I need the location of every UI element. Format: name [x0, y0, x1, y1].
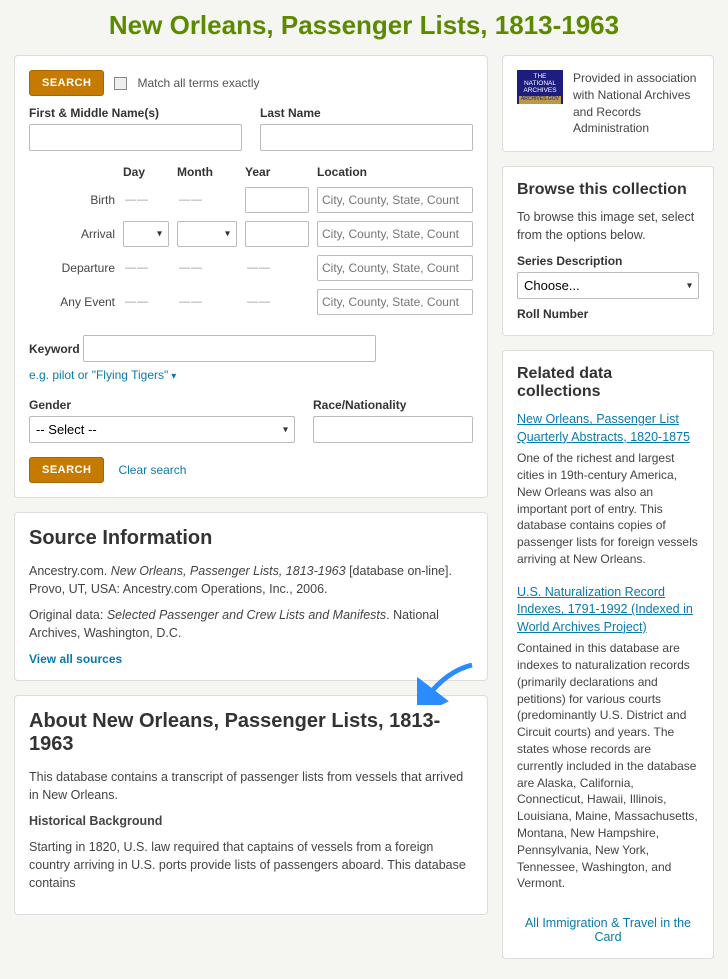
related-link-1[interactable]: New Orleans, Passenger List Quarterly Ab…	[517, 411, 699, 446]
related-link-2[interactable]: U.S. Naturalization Record Indexes, 1791…	[517, 584, 699, 637]
race-label: Race/Nationality	[313, 398, 473, 412]
about-panel: About New Orleans, Passenger Lists, 1813…	[14, 695, 488, 916]
gender-select[interactable]: -- Select --	[29, 416, 295, 443]
arrival-year-input[interactable]	[245, 221, 309, 247]
gender-label: Gender	[29, 398, 295, 412]
match-all-checkbox[interactable]	[114, 77, 127, 90]
location-header: Location	[317, 165, 473, 179]
any-event-label: Any Event	[29, 295, 115, 309]
birth-location-input[interactable]	[317, 187, 473, 213]
first-name-input[interactable]	[29, 124, 242, 151]
historical-bg-heading: Historical Background	[29, 812, 473, 830]
birth-label: Birth	[29, 193, 115, 207]
keyword-example[interactable]: e.g. pilot or "Flying Tigers"▾	[29, 368, 473, 382]
clear-search-link[interactable]: Clear search	[118, 463, 186, 477]
month-header: Month	[177, 165, 237, 179]
keyword-input[interactable]	[83, 335, 376, 362]
national-archives-badge: THE NATIONAL ARCHIVES ARCHIVES.GOV	[517, 70, 563, 104]
about-body: Starting in 1820, U.S. law required that…	[29, 838, 473, 892]
any-day: ——	[123, 289, 169, 315]
last-name-label: Last Name	[260, 106, 473, 120]
search-button-bottom[interactable]: SEARCH	[29, 457, 104, 483]
birth-year-input[interactable]	[245, 187, 309, 213]
race-input[interactable]	[313, 416, 473, 443]
departure-label: Departure	[29, 261, 115, 275]
any-month: ——	[177, 289, 237, 315]
about-intro: This database contains a transcript of p…	[29, 768, 473, 804]
search-button-top[interactable]: SEARCH	[29, 70, 104, 96]
related-desc-2: Contained in this database are indexes t…	[517, 640, 699, 892]
any-year: ——	[245, 289, 309, 315]
first-name-label: First & Middle Name(s)	[29, 106, 242, 120]
association-text: Provided in association with National Ar…	[573, 70, 699, 137]
arrival-location-input[interactable]	[317, 221, 473, 247]
all-collections-link[interactable]: All Immigration & Travel in the Card	[517, 908, 699, 944]
departure-day: ——	[123, 255, 169, 281]
last-name-input[interactable]	[260, 124, 473, 151]
departure-year: ——	[245, 255, 309, 281]
arrival-month-select[interactable]	[177, 221, 237, 247]
day-header: Day	[123, 165, 169, 179]
search-panel: SEARCH Match all terms exactly First & M…	[14, 55, 488, 498]
browse-panel: Browse this collection To browse this im…	[502, 166, 714, 336]
year-header: Year	[245, 165, 309, 179]
source-citation: Ancestry.com. New Orleans, Passenger Lis…	[29, 562, 473, 598]
any-location-input[interactable]	[317, 289, 473, 315]
chevron-down-icon: ▾	[171, 371, 176, 382]
related-desc-1: One of the richest and largest cities in…	[517, 450, 699, 568]
about-heading: About New Orleans, Passenger Lists, 1813…	[29, 710, 473, 756]
association-panel: THE NATIONAL ARCHIVES ARCHIVES.GOV Provi…	[502, 55, 714, 152]
source-heading: Source Information	[29, 527, 473, 550]
source-original: Original data: Selected Passenger and Cr…	[29, 606, 473, 642]
series-select[interactable]: Choose...	[517, 272, 699, 299]
series-label: Series Description	[517, 254, 699, 268]
arrival-label: Arrival	[29, 227, 115, 241]
birth-day: ——	[123, 187, 169, 213]
browse-text: To browse this image set, select from th…	[517, 209, 699, 244]
birth-month: ——	[177, 187, 237, 213]
browse-heading: Browse this collection	[517, 181, 699, 199]
source-panel: Source Information Ancestry.com. New Orl…	[14, 512, 488, 681]
match-all-label: Match all terms exactly	[137, 76, 259, 90]
arrival-day-select[interactable]	[123, 221, 169, 247]
related-heading: Related data collections	[517, 365, 699, 401]
departure-location-input[interactable]	[317, 255, 473, 281]
departure-month: ——	[177, 255, 237, 281]
view-all-sources-link[interactable]: View all sources	[29, 652, 122, 666]
roll-label: Roll Number	[517, 307, 699, 321]
page-title: New Orleans, Passenger Lists, 1813-1963	[14, 0, 714, 55]
keyword-label: Keyword	[29, 342, 80, 356]
related-panel: Related data collections New Orleans, Pa…	[502, 350, 714, 959]
